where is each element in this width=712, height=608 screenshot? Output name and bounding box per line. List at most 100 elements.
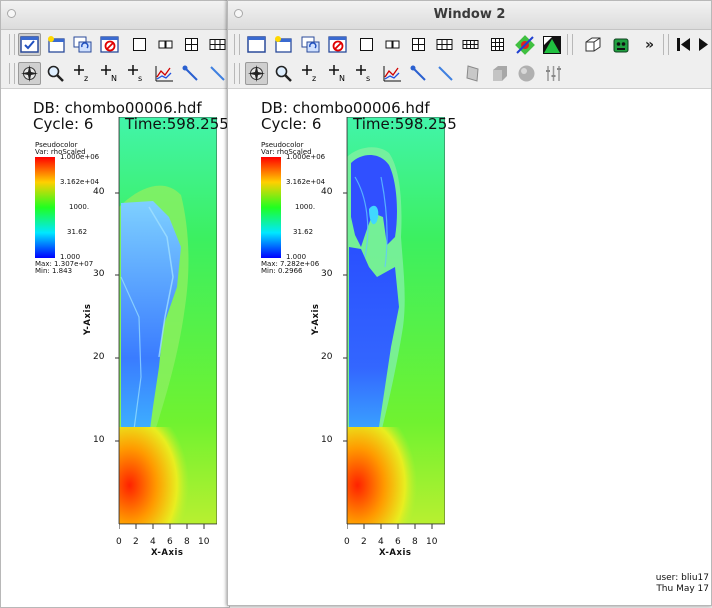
plane-tool-button[interactable] xyxy=(461,62,484,85)
svg-text:s: s xyxy=(366,74,370,83)
navigate-mode-button[interactable] xyxy=(245,62,268,85)
toolbar-grip[interactable] xyxy=(234,63,240,84)
window-icon xyxy=(247,36,266,53)
x-tick-label: 2 xyxy=(133,537,139,547)
play-icon xyxy=(699,38,708,51)
node-pick-button[interactable]: N xyxy=(98,62,121,85)
y-tick-label: 10 xyxy=(93,435,105,445)
toolbar-overflow-button[interactable]: » xyxy=(638,33,661,56)
sphere-tool-button[interactable] xyxy=(515,62,538,85)
sliders-icon xyxy=(546,66,561,81)
layout-2x3-icon xyxy=(209,39,226,50)
legend-tick-label: 31.62 xyxy=(293,228,314,236)
zone-pick-button[interactable]: z xyxy=(71,62,94,85)
main-toolbar xyxy=(1,30,229,60)
layout-3x3-button[interactable] xyxy=(486,33,509,56)
x-axis-title: X-Axis xyxy=(151,548,184,558)
window-2-titlebar[interactable]: Window 2 xyxy=(228,1,711,30)
layout-2x2-button[interactable] xyxy=(407,33,430,56)
toolbar-grip[interactable] xyxy=(9,34,15,55)
zoom-mode-button[interactable] xyxy=(272,62,295,85)
toolbar-grip[interactable] xyxy=(9,63,15,84)
y-tick-label: 10 xyxy=(321,435,333,445)
clone-window-button[interactable] xyxy=(71,33,94,56)
robot-icon xyxy=(613,38,628,52)
active-window-button[interactable] xyxy=(18,33,41,56)
layout-2x2-button[interactable] xyxy=(180,33,203,56)
line-tool-button[interactable] xyxy=(434,62,457,85)
window-1-titlebar[interactable] xyxy=(1,1,229,30)
layout-2x3-button[interactable] xyxy=(206,33,229,56)
animation-reverse-button[interactable] xyxy=(672,33,695,56)
legend-tick-label: 3.162e+04 xyxy=(286,178,326,186)
zone-pick-button[interactable]: z xyxy=(299,62,322,85)
line-chart-icon xyxy=(383,65,401,81)
delete-window-button[interactable] xyxy=(98,33,121,56)
pick-node-icon: N xyxy=(328,65,345,83)
delete-window-button[interactable] xyxy=(326,33,349,56)
axis-restriction-button[interactable] xyxy=(542,62,565,85)
toolbar-grip[interactable] xyxy=(567,34,573,55)
window-menu-dot[interactable] xyxy=(7,9,16,18)
spreadsheet-pick-button[interactable]: s xyxy=(125,62,148,85)
time-label: Time:598.255 xyxy=(125,115,229,133)
lock-view-button[interactable] xyxy=(609,33,632,56)
pick-spreadsheet-icon: s xyxy=(127,65,142,83)
zoom-mode-button[interactable] xyxy=(44,62,67,85)
svg-text:N: N xyxy=(339,74,345,83)
main-toolbar: » xyxy=(228,30,711,60)
curve-pick-button[interactable] xyxy=(152,62,175,85)
toolbar-grip[interactable] xyxy=(234,34,240,55)
layout-1x1-button[interactable] xyxy=(128,33,151,56)
spin-mode-button[interactable] xyxy=(513,33,536,56)
node-pick-button[interactable]: N xyxy=(326,62,349,85)
clone-window-button[interactable] xyxy=(299,33,322,56)
x-tick-label: 6 xyxy=(167,537,173,547)
box-tool-button[interactable] xyxy=(488,62,511,85)
x-tick-label: 8 xyxy=(412,537,418,547)
legend-colorbar xyxy=(261,157,281,258)
layout-2x4-button[interactable] xyxy=(459,33,482,56)
lineout-icon xyxy=(182,65,198,81)
lineout-button[interactable] xyxy=(407,62,430,85)
spreadsheet-pick-button[interactable]: s xyxy=(353,62,376,85)
new-window-button[interactable] xyxy=(272,33,295,56)
pick-spreadsheet-icon: s xyxy=(355,65,370,83)
view-box-button[interactable] xyxy=(581,33,604,56)
y-tick-label: 40 xyxy=(93,187,105,197)
cube-icon xyxy=(585,37,600,52)
fullframe-icon xyxy=(542,35,561,54)
fullframe-button[interactable] xyxy=(540,33,563,56)
layout-2x3-button[interactable] xyxy=(433,33,456,56)
layout-1x1-button[interactable] xyxy=(355,33,378,56)
mode-toolbar: z N s xyxy=(1,59,229,89)
pseudocolor-plot[interactable] xyxy=(119,117,217,524)
navigate-mode-button[interactable] xyxy=(18,62,41,85)
cycle-label: Cycle: 6 xyxy=(261,115,322,133)
layout-2x3-icon xyxy=(436,39,453,50)
layout-2x4-icon xyxy=(462,40,479,49)
x-axis-title: X-Axis xyxy=(379,548,412,558)
line-tool-button[interactable] xyxy=(206,62,229,85)
animation-play-button[interactable] xyxy=(694,33,711,56)
compass-icon xyxy=(248,65,265,82)
active-window-button[interactable] xyxy=(245,33,268,56)
curve-pick-button[interactable] xyxy=(380,62,403,85)
pseudocolor-plot[interactable] xyxy=(347,117,445,524)
lineout-button[interactable] xyxy=(179,62,202,85)
visualization-window-2: Window 2 » z N s DB: chombo00006.hdf Cyc… xyxy=(227,0,712,606)
line-tool-icon xyxy=(438,66,453,81)
new-window-button[interactable] xyxy=(45,33,68,56)
line-chart-icon xyxy=(155,65,173,81)
x-tick-label: 2 xyxy=(361,537,367,547)
legend-tick-label: 31.62 xyxy=(67,228,88,236)
new-window-icon xyxy=(48,36,65,53)
visualization-window-1: z N s DB: chombo00006.hdf Cycle: 6 Pseud… xyxy=(0,0,230,608)
checkbox-window-icon xyxy=(20,36,39,53)
cycle-label: Cycle: 6 xyxy=(33,115,94,133)
layout-1x2-button[interactable] xyxy=(154,33,177,56)
layout-1x2-button[interactable] xyxy=(381,33,404,56)
y-tick-label: 30 xyxy=(321,269,333,279)
toolbar-grip[interactable] xyxy=(663,34,669,55)
layout-1x1-icon xyxy=(360,38,373,51)
